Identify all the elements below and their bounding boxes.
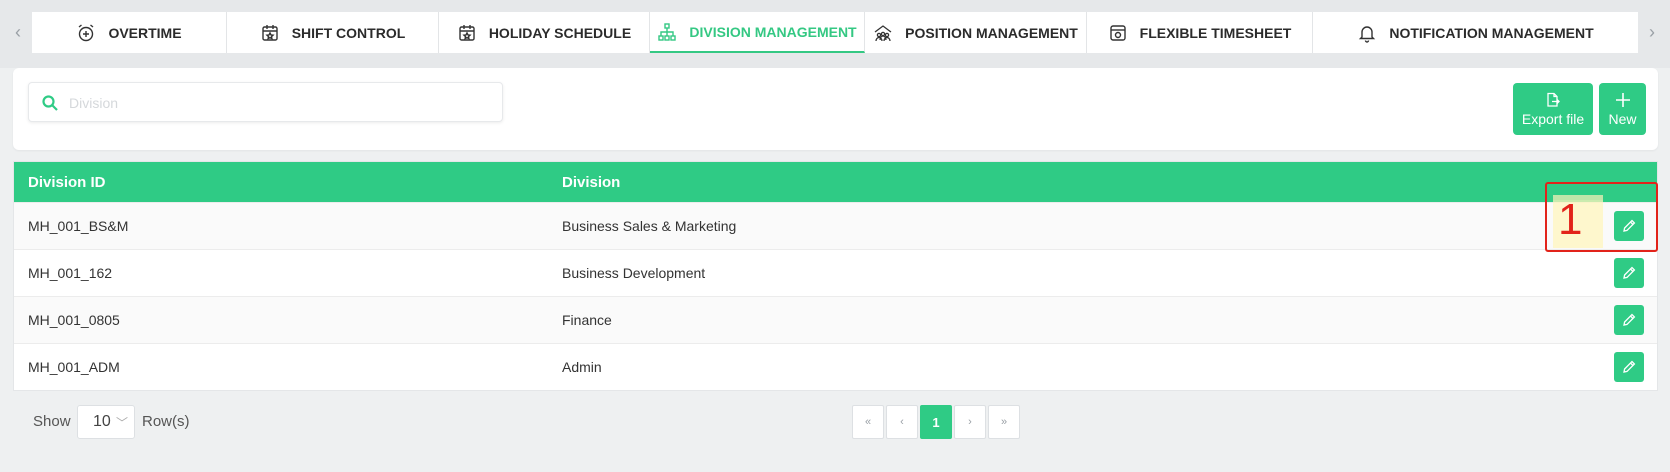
new-label: New (1608, 110, 1637, 127)
pagination: « ‹ 1 › » (852, 405, 1020, 439)
plus-icon (1615, 92, 1630, 107)
rows-label: Row(s) (142, 413, 190, 430)
search-icon (42, 95, 58, 111)
edit-button[interactable] (1614, 305, 1644, 335)
tab-division-management[interactable]: DIVISION MANAGEMENT (650, 12, 865, 53)
division-id-cell: MH_001_ADM (28, 359, 120, 375)
search-box (28, 82, 503, 122)
pencil-icon (1623, 266, 1636, 279)
team-house-icon (874, 24, 892, 41)
tab-bar: ‹ OVERTIME SHIFT CONTROL HOLIDAY SCHEDUL… (0, 0, 1670, 68)
tab-position-management[interactable]: POSITION MANAGEMENT (865, 12, 1087, 53)
table-footer: Show 10 ﹀ Row(s) « ‹ 1 › » (0, 400, 1670, 440)
alarm-clock-plus-icon (79, 23, 94, 41)
filter-panel: Export file New (13, 68, 1658, 150)
pencil-icon (1623, 360, 1636, 373)
tab-label: SHIFT CONTROL (291, 24, 406, 41)
tab-overtime[interactable]: OVERTIME (32, 12, 227, 53)
tab-label: DIVISION MANAGEMENT (689, 23, 857, 40)
tab-flexible-timesheet[interactable]: FLEXIBLE TIMESHEET (1087, 12, 1313, 53)
search-input[interactable] (69, 91, 489, 115)
division-name-cell: Finance (562, 312, 612, 328)
edit-button[interactable] (1614, 211, 1644, 241)
tab-label: HOLIDAY SCHEDULE (488, 24, 632, 41)
first-page-button[interactable]: « (852, 405, 884, 439)
calendar-clock-icon (1109, 24, 1126, 41)
page-1-button[interactable]: 1 (920, 405, 952, 439)
pencil-icon (1623, 219, 1636, 232)
annotation-number: 1 (1558, 195, 1583, 244)
column-header-division-id: Division ID (28, 173, 106, 191)
tab-label: OVERTIME (108, 24, 182, 41)
tab-label: NOTIFICATION MANAGEMENT (1389, 24, 1594, 41)
calendar-star-icon (459, 24, 475, 41)
division-name-cell: Admin (562, 359, 602, 375)
tab-notification-management[interactable]: NOTIFICATION MANAGEMENT (1313, 12, 1638, 53)
division-id-cell: MH_001_0805 (28, 312, 120, 328)
tab-label: FLEXIBLE TIMESHEET (1139, 24, 1292, 41)
table-row: MH_001_162 Business Development (14, 249, 1657, 296)
module-tabs: OVERTIME SHIFT CONTROL HOLIDAY SCHEDULE … (32, 12, 1638, 53)
table-header: Division ID Division (14, 162, 1657, 202)
last-page-button[interactable]: » (988, 405, 1020, 439)
tab-label: POSITION MANAGEMENT (905, 24, 1078, 41)
page-size-value: 10 (93, 413, 111, 430)
division-table: Division ID Division MH_001_BS&M Busines… (13, 161, 1658, 391)
table-row: MH_001_ADM Admin (14, 343, 1657, 390)
tab-holiday-schedule[interactable]: HOLIDAY SCHEDULE (439, 12, 650, 53)
edit-button[interactable] (1614, 258, 1644, 288)
tabs-scroll-right-icon[interactable]: › (1636, 12, 1668, 52)
tabs-scroll-left-icon[interactable]: ‹ (2, 12, 34, 52)
division-id-cell: MH_001_BS&M (28, 218, 129, 234)
division-name-cell: Business Sales & Marketing (562, 218, 737, 234)
bell-icon (1359, 25, 1376, 43)
new-button[interactable]: New (1599, 83, 1646, 135)
edit-button[interactable] (1614, 352, 1644, 382)
table-row: MH_001_BS&M Business Sales & Marketing (14, 202, 1657, 249)
export-file-button[interactable]: Export file (1513, 83, 1593, 135)
calendar-star-icon (262, 24, 278, 41)
prev-page-button[interactable]: ‹ (886, 405, 918, 439)
show-label: Show (33, 413, 71, 430)
export-file-label: Export file (1521, 110, 1585, 127)
column-header-division: Division (562, 173, 621, 191)
chevron-down-icon: ﹀ (115, 416, 128, 430)
page-size-select[interactable]: 10 ﹀ (77, 405, 135, 439)
next-page-button[interactable]: › (954, 405, 986, 439)
table-row: MH_001_0805 Finance (14, 296, 1657, 343)
division-id-cell: MH_001_162 (28, 265, 113, 281)
org-chart-icon (658, 22, 677, 41)
export-file-icon (1547, 92, 1560, 107)
pencil-icon (1623, 313, 1636, 326)
division-name-cell: Business Development (562, 265, 706, 281)
tab-shift-control[interactable]: SHIFT CONTROL (227, 12, 439, 53)
